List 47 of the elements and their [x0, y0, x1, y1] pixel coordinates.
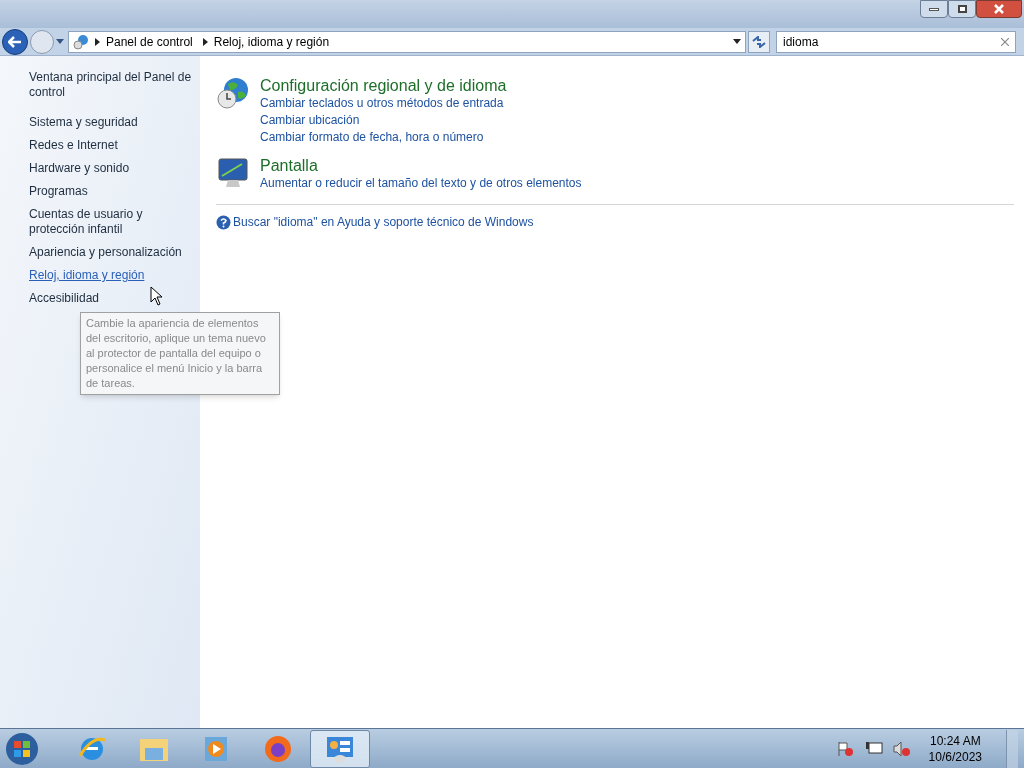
help-search-link[interactable]: Buscar "idioma" en Ayuda y soporte técnico de Windows	[233, 213, 534, 231]
refresh-button[interactable]	[748, 30, 770, 53]
speaker-muted-icon[interactable]	[892, 740, 911, 757]
clear-icon[interactable]	[1001, 37, 1009, 46]
sidebar-link[interactable]: Cuentas de usuario y protección infantil	[29, 207, 192, 237]
back-button[interactable]	[2, 28, 28, 55]
taskbar-app-button[interactable]	[310, 729, 370, 768]
clock-time[interactable]: 10:24 AM	[929, 732, 981, 749]
breadcrumb[interactable]: Reloj, idioma y región	[213, 32, 330, 51]
address-bar[interactable]: Panel de control Reloj, idioma y región	[68, 30, 746, 53]
sidebar-link[interactable]: Apariencia y personalización	[29, 245, 192, 260]
action-center-flag-icon[interactable]	[836, 740, 855, 757]
network-icon[interactable]	[864, 740, 883, 757]
task-link[interactable]: Cambiar formato de fecha, hora o número	[260, 129, 507, 146]
globe-clock-icon	[216, 76, 250, 110]
windows-logo-icon	[5, 731, 39, 766]
search-field[interactable]: idioma	[776, 30, 1016, 53]
mouse-cursor-icon	[150, 286, 163, 306]
tooltip: Cambie la apariencia de elementos del escritorio, aplique un tema nuevo al protector de pantalla del equipo o personalice el menú Inicio y la barra de tareas.	[80, 312, 280, 395]
sidebar-link[interactable]: Reloj, idioma y región	[29, 268, 192, 283]
restore-button[interactable]	[948, 0, 976, 18]
chevron-right-icon[interactable]	[95, 37, 100, 46]
task-link[interactable]: Cambiar teclados u otros métodos de entrada	[260, 95, 507, 112]
sidebar-link[interactable]: Redes e Internet	[29, 138, 192, 153]
sidebar-link[interactable]: Programas	[29, 184, 192, 199]
help-icon	[216, 214, 231, 230]
task-link[interactable]: Aumentar o reducir el tamaño del texto y de otros elementos	[260, 175, 582, 192]
monitor-icon	[216, 156, 250, 190]
close-icon	[994, 4, 1004, 14]
minimize-button[interactable]	[920, 0, 948, 18]
back-arrow-icon	[8, 35, 22, 48]
refresh-arrows-icon	[752, 35, 766, 48]
sidebar-link[interactable]: Ventana principal del Panel de control	[29, 70, 192, 100]
task-link[interactable]: Cambiar ubicación	[260, 112, 507, 129]
address-dropdown-icon[interactable]	[733, 39, 741, 44]
firefox-icon	[263, 733, 293, 764]
clock-date[interactable]: 10/6/2023	[928, 748, 982, 765]
sidebar-link[interactable]: Accesibilidad	[29, 291, 192, 306]
close-button[interactable]	[976, 0, 1022, 18]
sidebar-link[interactable]: Sistema y seguridad	[29, 115, 192, 130]
search-text: idioma	[783, 33, 819, 51]
chevron-right-icon[interactable]	[202, 37, 208, 46]
history-dropdown-icon[interactable]	[56, 38, 64, 45]
category-title[interactable]: Configuración regional y de idioma	[260, 76, 507, 95]
breadcrumb[interactable]: Panel de control	[106, 32, 193, 51]
sidebar-link[interactable]: Hardware y sonido	[29, 161, 192, 176]
category-title[interactable]: Pantalla	[260, 156, 582, 175]
